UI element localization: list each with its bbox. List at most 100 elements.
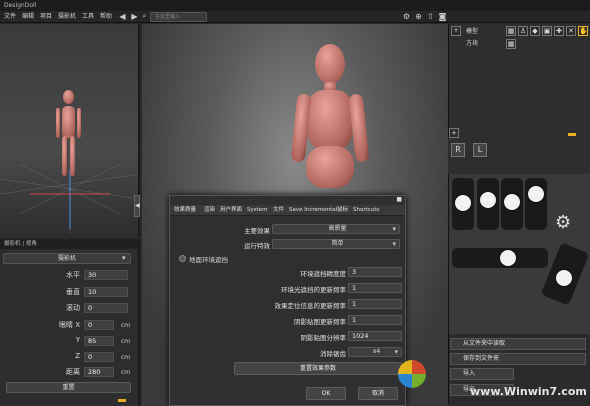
vertical-label: 垂直 [66, 288, 80, 296]
watermark-text: www.Winwin7.com [470, 385, 587, 398]
ao-update-input[interactable]: 1 [348, 283, 402, 293]
menu-project[interactable]: 项目 [40, 12, 52, 22]
ground-ao-label: 地面环境遮挡 [189, 256, 228, 264]
left-viewport[interactable] [0, 24, 140, 237]
import-button[interactable]: 导入 [450, 368, 514, 380]
cancel-button[interactable]: 取消 [358, 387, 398, 400]
shadow-resolution-input[interactable]: 1024 [348, 331, 402, 341]
distance-unit: cm [121, 369, 131, 376]
search-input[interactable]: 在这里输入 [150, 12, 207, 22]
roll-input[interactable]: 0 [84, 303, 128, 313]
menu-edit[interactable]: 编辑 [22, 12, 34, 22]
grid-icon[interactable]: ▦ [506, 39, 516, 49]
window-title: DesignDoll [0, 0, 590, 11]
eye-y-input[interactable]: 85 [84, 336, 114, 346]
horizontal-label: 水平 [66, 271, 80, 279]
menu-file[interactable]: 文件 [4, 12, 16, 22]
link-icon[interactable]: ✚ [554, 26, 564, 36]
chevron-down-icon[interactable]: ▾ [122, 254, 126, 262]
thumb-knob[interactable] [556, 270, 572, 286]
hand-icon[interactable]: ✋ [578, 26, 588, 36]
tab-shortcuts[interactable]: Shortcuts [353, 206, 379, 215]
reset-effects-button[interactable]: 重置效果参数 [234, 362, 402, 375]
eye-z-label: Z [75, 352, 80, 360]
resize-grip-icon[interactable] [568, 133, 576, 136]
add-icon[interactable]: + [451, 26, 461, 36]
finger-knob-1[interactable] [455, 195, 471, 211]
add-layer-icon[interactable]: + [449, 128, 459, 138]
palm-knob[interactable] [500, 250, 516, 266]
tab-save-incremental[interactable]: Save Incremental [289, 206, 337, 215]
runtime-effect-select[interactable]: 简单 [272, 239, 400, 249]
eye-x-input[interactable]: 0 [84, 320, 114, 330]
eye-z-input[interactable]: 0 [84, 352, 114, 362]
cube-icon[interactable]: ◆ [530, 26, 540, 36]
distance-label: 距离 [66, 368, 80, 376]
side-toggle-area [448, 138, 590, 174]
effect-position-update-input[interactable]: 1 [348, 299, 402, 309]
roll-label: 滚动 [66, 304, 80, 312]
dialog-tabs: 效果质量 渲染 用户界面 System 文件 Save Incremental … [170, 205, 405, 216]
vertical-input[interactable]: 10 [84, 287, 128, 297]
person-icon[interactable]: ♙ [518, 26, 528, 36]
save-to-folder-button[interactable]: 保存到文件夹 [450, 353, 586, 365]
tab-ui[interactable]: 用户界面 [220, 206, 242, 215]
finger-knob-2[interactable] [480, 192, 496, 208]
back-arrow-icon[interactable]: ◀ [118, 12, 127, 21]
menu-camera[interactable]: 摄影机 [58, 12, 76, 22]
menu-tools[interactable]: 工具 [82, 12, 94, 22]
layer-item-block[interactable]: 方块 [466, 38, 590, 49]
main-effect-select[interactable]: 高质量 [272, 224, 400, 234]
main-effect-label: 主要效果 [244, 227, 270, 235]
runtime-effect-label: 运行特效 [244, 242, 270, 250]
antialias-select[interactable]: x4 [348, 347, 402, 357]
tab-file[interactable]: 文件 [273, 206, 284, 215]
eye-x-label: 眼睛 X [58, 321, 80, 329]
lock-icon[interactable]: ▣ [542, 26, 552, 36]
zoom-icon[interactable]: ⊕ [414, 12, 423, 21]
search-icon[interactable]: ⌕ [140, 12, 149, 21]
horizontal-input[interactable]: 30 [84, 270, 128, 280]
load-from-folder-button[interactable]: 从文件夹中读取 [450, 338, 586, 350]
windows-logo [398, 360, 426, 388]
close-icon[interactable]: ■ [396, 196, 402, 203]
effect-position-update-label: 效果定位信息的更新频率 [274, 302, 347, 310]
gear-icon[interactable]: ⚙ [402, 12, 411, 21]
camera-icon[interactable]: ◙ [438, 12, 447, 21]
finger-knob-4[interactable] [528, 186, 544, 202]
eye-z-unit: cm [121, 354, 131, 361]
antialias-label: 消除锯齿 [320, 350, 346, 358]
eye-y-unit: cm [121, 338, 131, 345]
finger-knob-3[interactable] [504, 194, 520, 210]
up-arrow-icon[interactable]: ⇧ [426, 12, 435, 21]
checkerboard-icon[interactable]: ▦ [506, 26, 516, 36]
distance-input[interactable]: 280 [84, 367, 114, 377]
tab-effect-quality[interactable]: 效果质量 [174, 206, 196, 215]
eye-x-unit: cm [121, 322, 131, 329]
shadow-resolution-label: 阴影贴图分辨率 [300, 334, 347, 342]
ao-precision-input[interactable]: 3 [348, 267, 402, 277]
menu-help[interactable]: 帮助 [100, 12, 112, 22]
forward-arrow-icon[interactable]: ▶ [130, 12, 139, 21]
camera-reset-button[interactable]: 重置 [6, 382, 131, 393]
collapse-left-icon[interactable]: ◀ [134, 195, 140, 217]
camera-select[interactable]: 摄影机 [3, 253, 131, 264]
close-icon[interactable]: ✕ [566, 26, 576, 36]
ao-update-label: 环境光遮挡的更新频率 [281, 286, 346, 294]
tab-render[interactable]: 渲染 [204, 206, 215, 215]
menu-bar: 文件 编辑 项目 摄影机 工具 帮助 [0, 11, 590, 23]
camera-panel: 摄影机 | 视角 摄影机 ▾ 水平 30 垂直 10 滚动 0 眼睛 X 0 c… [0, 239, 140, 406]
left-side-button[interactable]: L [473, 143, 487, 157]
ok-button[interactable]: OK [306, 387, 346, 400]
eye-y-label: Y [75, 336, 80, 344]
resize-grip-icon[interactable] [118, 399, 126, 402]
gear-icon[interactable]: ⚙ [555, 212, 571, 233]
shadow-update-label: 阴影贴图更新频率 [294, 318, 346, 326]
tab-system[interactable]: System [247, 206, 268, 215]
right-side-button[interactable]: R [451, 143, 465, 157]
shadow-update-input[interactable]: 1 [348, 315, 402, 325]
tab-mouse[interactable]: 鼠标 [337, 206, 348, 215]
camera-panel-tabs[interactable]: 摄影机 | 视角 [0, 239, 138, 249]
ground-ao-radio[interactable] [179, 255, 186, 262]
ao-precision-label: 环境遮挡精度度 [300, 270, 347, 278]
